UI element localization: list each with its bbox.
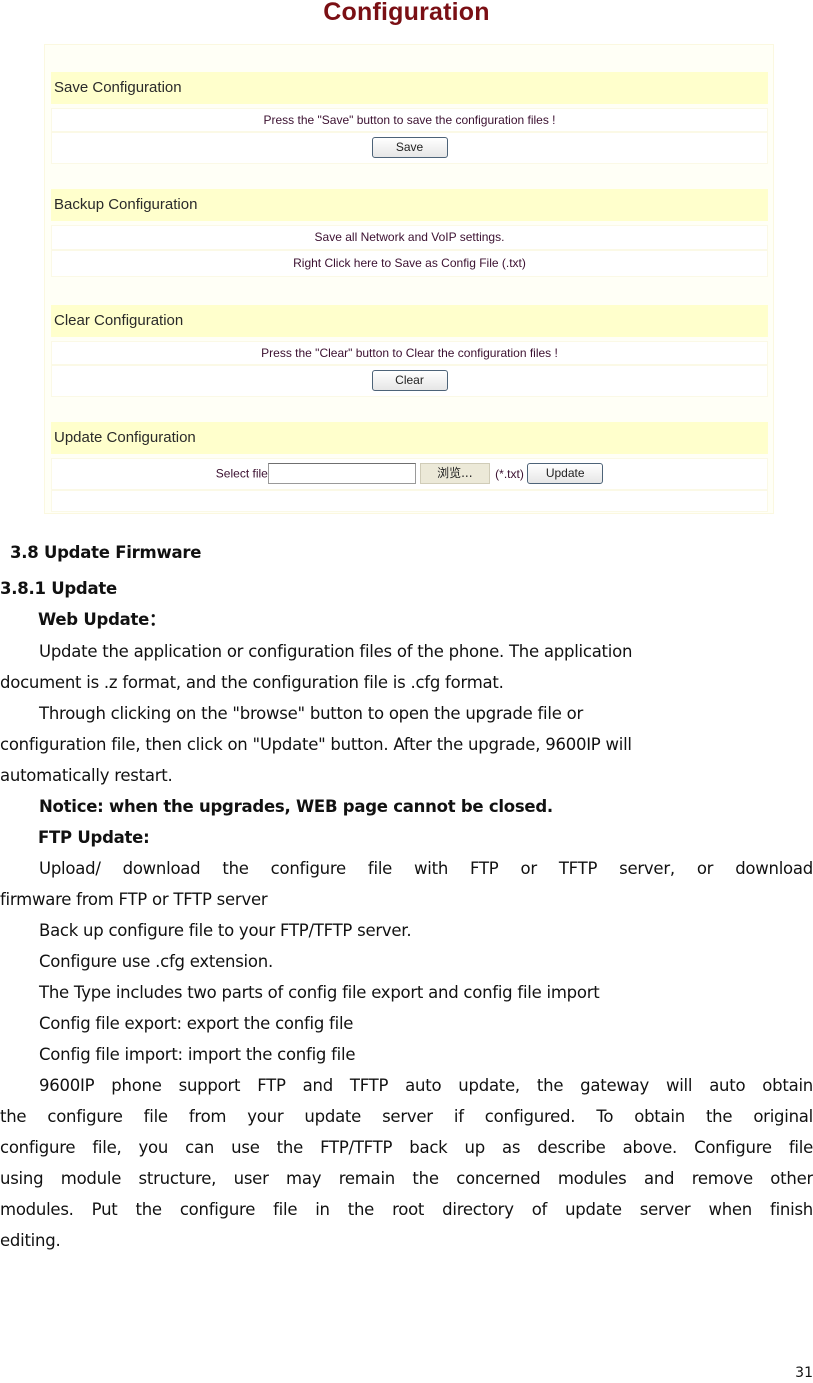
paragraph-line: automatically restart. xyxy=(0,766,173,785)
select-file-label: Select file xyxy=(215,466,268,481)
configuration-panel: Save Configuration Press the "Save" butt… xyxy=(44,44,774,514)
backup-configuration-heading: Backup Configuration xyxy=(51,189,768,221)
backup-link-row: Right Click here to Save as Config File … xyxy=(51,250,768,277)
browse-button[interactable]: 浏览... xyxy=(419,463,490,484)
clear-button[interactable]: Clear xyxy=(371,370,448,391)
paragraph-line: configure file, you can use the FTP/TFTP… xyxy=(0,1138,813,1157)
notice-text: Notice: when the upgrades, WEB page cann… xyxy=(39,797,553,816)
paragraph-line: 9600IP phone support FTP and TFTP auto u… xyxy=(39,1076,813,1095)
paragraph-line: Configure use .cfg extension. xyxy=(39,952,273,971)
clear-button-row: Clear xyxy=(51,365,768,397)
save-message: Press the "Save" button to save the conf… xyxy=(263,113,556,127)
clear-message-row: Press the "Clear" button to Clear the co… xyxy=(51,341,768,365)
paragraph-line: Through clicking on the "browse" button … xyxy=(39,704,583,723)
backup-message: Save all Network and VoIP settings. xyxy=(314,230,505,244)
clear-message: Press the "Clear" button to Clear the co… xyxy=(261,346,558,360)
paragraph-line: the configure file from your update serv… xyxy=(0,1107,813,1126)
paragraph-line: Upload/ download the configure file with… xyxy=(39,859,813,878)
update-row: Select file 浏览... (*.txt) Update xyxy=(51,458,768,490)
web-update-heading: Web Update： xyxy=(38,610,166,629)
paragraph-line: using module structure, user may remain … xyxy=(0,1169,813,1188)
backup-message-row: Save all Network and VoIP settings. xyxy=(51,225,768,250)
update-button[interactable]: Update xyxy=(527,463,604,484)
save-message-row: Press the "Save" button to save the conf… xyxy=(51,108,768,132)
section-heading: 3.8 Update Firmware xyxy=(10,543,202,562)
paragraph-line: Update the application or configuration … xyxy=(39,642,633,661)
paragraph-line: configuration file, then click on "Updat… xyxy=(0,735,632,754)
update-spacer-row xyxy=(51,490,768,512)
clear-configuration-heading: Clear Configuration xyxy=(51,305,768,337)
save-config-file-link[interactable]: Right Click here to Save as Config File … xyxy=(293,256,526,270)
page-title: Configuration xyxy=(323,0,490,26)
paragraph-line: The Type includes two parts of config fi… xyxy=(39,983,600,1002)
update-configuration-heading: Update Configuration xyxy=(51,422,768,454)
paragraph-line: firmware from FTP or TFTP server xyxy=(0,890,268,909)
paragraph-line: editing. xyxy=(0,1231,61,1250)
save-configuration-heading: Save Configuration xyxy=(51,72,768,104)
paragraph-line: Config file export: export the config fi… xyxy=(39,1014,354,1033)
ftp-update-heading: FTP Update: xyxy=(38,828,150,847)
paragraph-line: Back up configure file to your FTP/TFTP … xyxy=(39,921,412,940)
save-button-row: Save xyxy=(51,132,768,164)
paragraph-line: Config file import: import the config fi… xyxy=(39,1045,356,1064)
file-type-hint: (*.txt) xyxy=(495,466,524,481)
paragraph-line: modules. Put the configure file in the r… xyxy=(0,1200,813,1219)
save-button[interactable]: Save xyxy=(371,137,448,158)
file-path-input[interactable] xyxy=(267,463,416,484)
paragraph-line: document is .z format, and the configura… xyxy=(0,673,504,692)
configuration-screenshot: Configuration Save Configuration Press t… xyxy=(0,0,813,520)
subsection-heading: 3.8.1 Update xyxy=(0,579,117,598)
page-number: 31 xyxy=(795,1365,813,1381)
